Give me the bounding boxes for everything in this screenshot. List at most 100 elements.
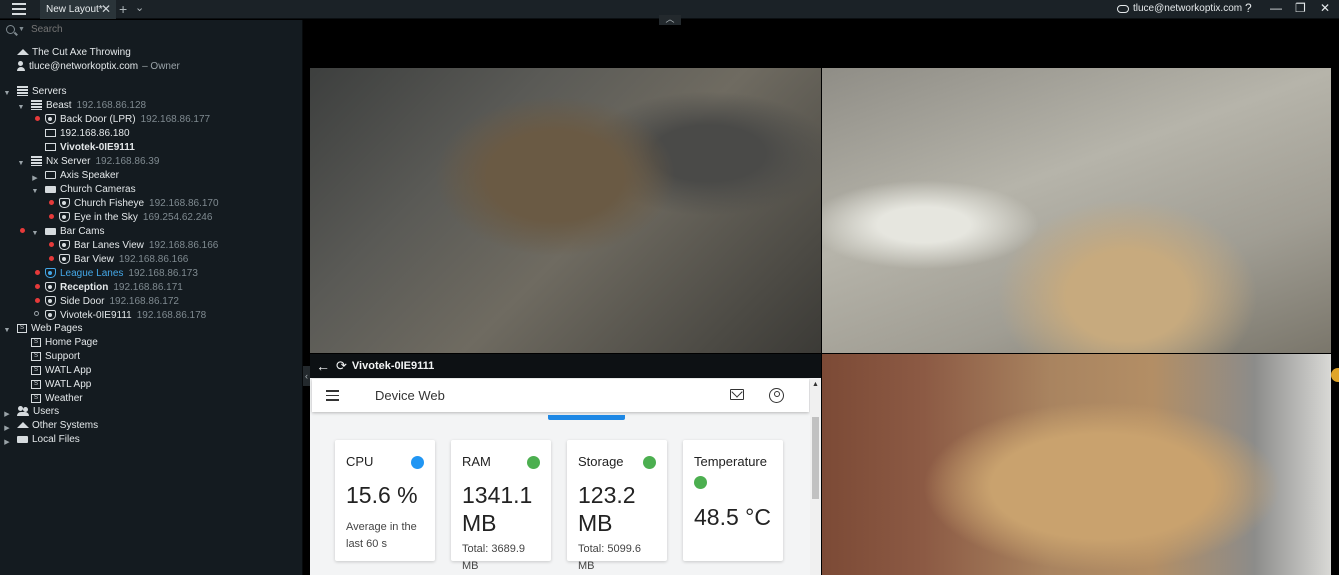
tree-item-web-pages[interactable]: S Web Pages xyxy=(17,321,83,335)
camera-feed-bar-lanes[interactable] xyxy=(822,68,1331,353)
bar-view-ip: 192.168.86.166 xyxy=(118,253,189,265)
device-web-title: Device Web xyxy=(375,388,445,403)
account-icon[interactable] xyxy=(769,388,784,403)
tree-item-home-page[interactable]: S Home Page xyxy=(31,335,98,349)
camera-icon xyxy=(59,212,70,222)
mail-icon[interactable] xyxy=(730,389,744,400)
camera-feed-bar-view[interactable] xyxy=(310,68,821,353)
web-pages-icon: S xyxy=(17,323,27,333)
support-label: Support xyxy=(45,350,81,362)
bar-lanes-label: Bar Lanes View xyxy=(74,239,144,251)
temperature-value: 48.5 °C xyxy=(694,504,771,530)
web-page-item[interactable]: ← ⟳ Vivotek-0IE9111 Device Web CPU 15.6 … xyxy=(310,354,821,575)
tree-item-church-cameras[interactable]: Church Cameras xyxy=(45,182,136,196)
tab-close-icon[interactable]: ✕ xyxy=(101,2,111,16)
notifications-panel-handle[interactable] xyxy=(1331,368,1339,382)
web-page-icon: S xyxy=(31,379,41,389)
refresh-icon[interactable]: ⟳ xyxy=(336,358,347,374)
tree-item-weather[interactable]: S Weather xyxy=(31,391,83,405)
io-device-icon xyxy=(45,143,56,151)
church-fisheye-label: Church Fisheye xyxy=(74,197,145,209)
expand-local-files-icon[interactable]: ▶ xyxy=(3,438,11,446)
servers-icon xyxy=(17,86,28,96)
storage-value: 123.2 MB xyxy=(578,482,636,536)
hamburger-menu-icon[interactable] xyxy=(326,390,339,404)
bar-view-label: Bar View xyxy=(74,253,114,265)
tree-item-local-files[interactable]: Local Files xyxy=(17,432,80,446)
back-arrow-icon[interactable]: ← xyxy=(316,358,330,374)
tree-item-bar-cams[interactable]: Bar Cams xyxy=(45,224,104,238)
tree-item-servers[interactable]: Servers xyxy=(17,84,66,98)
nx-server-ip: 192.168.86.39 xyxy=(95,155,160,167)
tree-item-ip-180[interactable]: 192.168.86.180 xyxy=(45,126,130,140)
weather-label: Weather xyxy=(45,392,83,404)
tree-item-back-door[interactable]: Back Door (LPR) 192.168.86.177 xyxy=(45,112,210,126)
search-options-chevron-icon[interactable]: ▼ xyxy=(18,26,25,33)
tree-item-church-fisheye[interactable]: Church Fisheye 192.168.86.170 xyxy=(59,196,219,210)
bar-cams-label: Bar Cams xyxy=(60,225,105,237)
tree-item-nx-server[interactable]: Nx Server 192.168.86.39 xyxy=(31,154,159,168)
tab-list-chevron-icon[interactable]: ⌄ xyxy=(135,1,144,14)
tree-item-current-user[interactable]: tluce@networkoptix.com – Owner xyxy=(17,59,180,73)
scroll-thumb[interactable] xyxy=(812,417,819,499)
not-recording-status-dot xyxy=(34,311,39,316)
recording-status-dot xyxy=(49,242,54,247)
collapse-bar-cams-icon[interactable]: ▼ xyxy=(31,230,39,237)
expand-axis-speaker-icon[interactable]: ▶ xyxy=(31,174,39,182)
collapse-church-cameras-icon[interactable]: ▼ xyxy=(31,188,39,195)
help-button[interactable]: ? xyxy=(1245,1,1252,15)
reception-ip: 192.168.86.171 xyxy=(113,281,183,293)
collapse-servers-icon[interactable]: ▼ xyxy=(3,90,11,97)
minimize-button[interactable]: — xyxy=(1270,1,1282,15)
side-door-ip: 192.168.86.172 xyxy=(109,295,179,307)
expand-users-icon[interactable]: ▶ xyxy=(3,410,11,418)
tree-item-system[interactable]: The Cut Axe Throwing xyxy=(17,45,131,59)
tree-item-side-door[interactable]: Side Door 192.168.86.172 xyxy=(45,294,179,308)
tree-item-bar-view[interactable]: Bar View 192.168.86.166 xyxy=(59,252,188,266)
storage-subtext: Total: 5099.6 MB xyxy=(578,543,641,572)
tree-item-bar-lanes-view[interactable]: Bar Lanes View 192.168.86.166 xyxy=(59,238,218,252)
side-door-label: Side Door xyxy=(60,295,105,307)
scroll-up-arrow-icon[interactable]: ▲ xyxy=(812,381,819,388)
tab-new-layout[interactable]: New Layout* ✕ xyxy=(40,0,116,19)
tree-item-beast[interactable]: Beast 192.168.86.128 xyxy=(31,98,146,112)
tree-item-eye-in-the-sky[interactable]: Eye in the Sky 169.254.62.246 xyxy=(59,210,212,224)
camera-icon xyxy=(45,114,56,124)
tree-item-vivotek-a[interactable]: Vivotek-0IE9111 xyxy=(45,140,135,154)
web-page-icon: S xyxy=(31,351,41,361)
search-input[interactable] xyxy=(30,23,231,35)
tree-item-watl-app-1[interactable]: S WATL App xyxy=(31,363,91,377)
close-button[interactable]: ✕ xyxy=(1320,1,1330,15)
tree-item-other-systems[interactable]: Other Systems xyxy=(17,418,98,432)
back-door-label: Back Door (LPR) xyxy=(60,113,136,125)
collapse-beast-icon[interactable]: ▼ xyxy=(17,104,25,111)
collapse-nx-server-icon[interactable]: ▼ xyxy=(17,160,25,167)
storage-status-dot xyxy=(643,456,656,469)
user-name: tluce@networkoptix.com xyxy=(29,60,139,72)
restore-button[interactable]: ❐ xyxy=(1295,1,1306,15)
local-files-label: Local Files xyxy=(32,433,80,445)
add-tab-button[interactable]: + xyxy=(119,1,127,17)
tree-item-vivotek-b[interactable]: Vivotek-0IE9111 192.168.86.178 xyxy=(45,308,206,322)
eye-sky-ip: 169.254.62.246 xyxy=(142,211,213,223)
web-scrollbar[interactable]: ▲ xyxy=(810,379,821,575)
tree-item-reception[interactable]: Reception 192.168.86.171 xyxy=(45,280,183,294)
church-fisheye-ip: 192.168.86.170 xyxy=(149,197,219,209)
tree-item-axis-speaker[interactable]: Axis Speaker xyxy=(45,168,119,182)
nx-server-label: Nx Server xyxy=(46,155,91,167)
collapse-top-panel-button[interactable]: ︿ xyxy=(659,15,681,25)
active-tab-indicator xyxy=(548,415,625,420)
tree-item-users[interactable]: Users xyxy=(17,404,59,418)
expand-other-systems-icon[interactable]: ▶ xyxy=(3,424,11,432)
bar-lanes-ip: 192.168.86.166 xyxy=(148,239,219,251)
cloud-account-button[interactable]: tluce@networkoptix.com xyxy=(1117,3,1242,14)
tree-item-watl-app-2[interactable]: S WATL App xyxy=(31,377,91,391)
collapse-web-pages-icon[interactable]: ▼ xyxy=(3,327,11,334)
main-menu-icon[interactable] xyxy=(12,3,26,16)
tree-item-league-lanes[interactable]: League Lanes 192.168.86.173 xyxy=(45,266,198,280)
show-left-panel-handle[interactable]: ‹ xyxy=(303,366,310,386)
tree-item-support[interactable]: S Support xyxy=(31,349,80,363)
camera-feed-church[interactable] xyxy=(822,354,1331,575)
search-icon[interactable] xyxy=(6,24,15,34)
temperature-status-dot xyxy=(694,476,707,489)
